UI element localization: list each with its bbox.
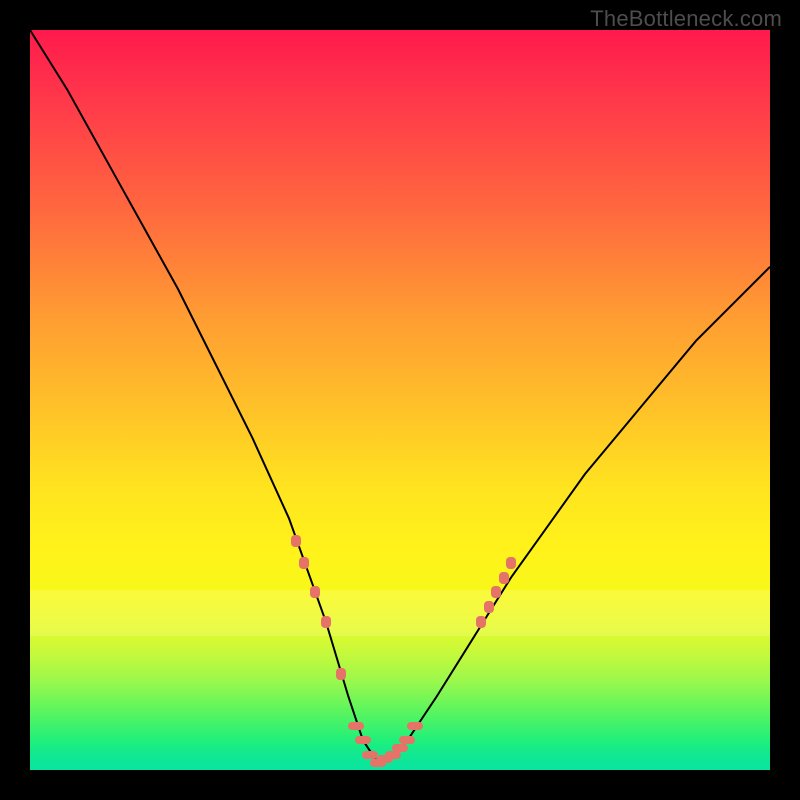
curve-marker — [506, 557, 516, 569]
bottleneck-curve — [30, 30, 770, 763]
curve-marker — [336, 668, 346, 680]
curve-marker — [385, 751, 401, 759]
curve-marker — [362, 751, 378, 759]
attribution-label: TheBottleneck.com — [590, 6, 782, 32]
curve-marker — [321, 616, 331, 628]
curve-marker — [491, 586, 501, 598]
curve-marker — [355, 736, 371, 744]
curve-marker — [348, 722, 364, 730]
curve-marker — [299, 557, 309, 569]
curve-marker — [484, 601, 494, 613]
curve-marker — [291, 535, 301, 547]
curve-marker — [310, 586, 320, 598]
curve-marker — [476, 616, 486, 628]
chart-frame: TheBottleneck.com — [0, 0, 800, 800]
curve-marker — [499, 572, 509, 584]
curve-marker — [392, 744, 408, 752]
curve-svg — [30, 30, 770, 770]
curve-marker — [399, 736, 415, 744]
curve-marker — [407, 722, 423, 730]
plot-area — [30, 30, 770, 770]
